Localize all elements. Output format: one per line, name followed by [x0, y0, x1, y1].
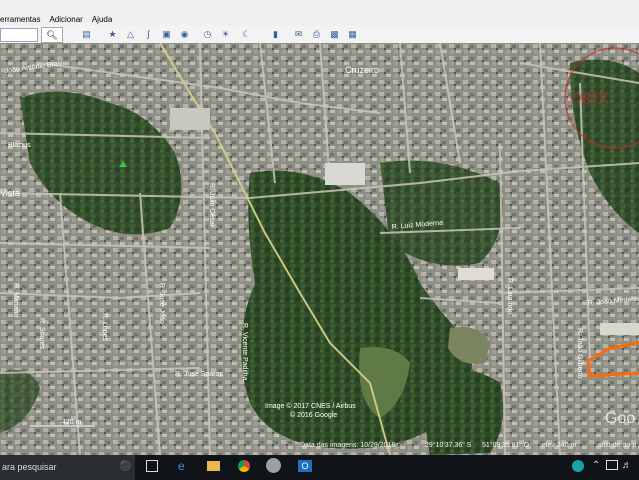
eye-altitude-readout: altitude do p	[598, 442, 637, 449]
imagery-date: Data das imagens: 10/29/2016	[300, 442, 396, 449]
menu-tools[interactable]: erramentas	[0, 15, 40, 24]
copyright-imagery: Image © 2017 CNES / Airbus	[265, 402, 356, 410]
svg-text:ORIX: ORIX	[570, 90, 610, 107]
label-vicente-padilha: R. Vicente Padilha	[241, 323, 248, 381]
menu-help[interactable]: Ajuda	[92, 15, 112, 24]
longitude-readout: 51°08'35.81" O	[482, 442, 530, 449]
label-soares: R. Soares	[38, 318, 45, 350]
copyright-google: © 2016 Google	[290, 411, 337, 419]
save-image-icon[interactable]: ▩	[328, 28, 341, 40]
label-joao-gilberto: R. João Gilberto	[576, 328, 583, 379]
placemark-icon[interactable]: ★	[106, 28, 119, 40]
task-view-icon[interactable]	[146, 460, 158, 472]
label-jose-joao: R. José João	[158, 283, 165, 324]
label-lopes: R. Lopes	[101, 313, 108, 342]
google-earth-icon[interactable]	[266, 458, 281, 473]
search-button[interactable]: 🔍︎	[41, 27, 63, 43]
label-laurindo: R. Laurindo	[506, 278, 513, 314]
elevation-readout: elev 240 m	[542, 442, 577, 449]
print-icon[interactable]: ⎙	[310, 28, 323, 40]
windows-taskbar: ara pesquisar ⚫ e O ⌃ ♬	[0, 455, 639, 480]
menu-add[interactable]: Adicionar	[49, 15, 82, 24]
label-mariano: R. Mariano	[12, 283, 19, 317]
outlook-icon[interactable]: O	[298, 460, 312, 472]
file-explorer-icon[interactable]	[207, 461, 220, 471]
menu-bar: erramentas Adicionar Ajuda	[0, 12, 639, 26]
satellite-map[interactable]: ORIX Cruzeiro Vista Blazius João Antônio…	[0, 43, 639, 455]
satellite-imagery: ORIX Cruzeiro Vista Blazius João Antônio…	[0, 43, 639, 455]
label-cruzeiro: Cruzeiro	[345, 65, 379, 75]
network-icon[interactable]	[606, 460, 618, 470]
microphone-icon[interactable]: ⚫	[119, 461, 131, 472]
search-input[interactable]	[0, 28, 38, 42]
polygon-icon[interactable]: △	[124, 28, 137, 40]
toolbar: 🔍︎ ▤ ★ △ ∫ ▣ ◉ ◷ ☀ ☾ ▮ ✉ ⎙ ▩ ▦	[0, 26, 639, 44]
latitude-readout: 29°10'37.36" S	[425, 442, 472, 449]
label-blazius: Blazius	[8, 142, 31, 149]
window-top-strip	[0, 0, 639, 12]
label-vista: Vista	[0, 188, 20, 198]
sun-icon[interactable]: ☀	[219, 28, 232, 40]
search-icon: 🔍︎	[46, 30, 58, 40]
historical-imagery-icon[interactable]: ◷	[201, 28, 214, 40]
maps-icon[interactable]: ▦	[346, 28, 359, 40]
edge-icon[interactable]: e	[178, 459, 185, 473]
label-julio-cesar: R. Júlio César	[208, 183, 215, 228]
label-jose-soares: R. José Soares	[175, 371, 223, 378]
sidebar-toggle-icon[interactable]: ▤	[80, 28, 93, 40]
google-logo: Goo	[605, 410, 635, 427]
email-icon[interactable]: ✉	[292, 28, 305, 40]
taskbar-search[interactable]: ara pesquisar	[0, 455, 135, 480]
volume-icon[interactable]: ♬	[622, 460, 632, 471]
ruler-icon[interactable]: ▮	[269, 28, 282, 40]
scale-label: 420 m	[62, 419, 82, 426]
overlay-icon[interactable]: ▣	[160, 28, 173, 40]
tray-app-icon[interactable]	[572, 460, 584, 472]
chevron-up-icon[interactable]: ⌃	[592, 460, 600, 471]
chrome-icon[interactable]	[238, 460, 250, 472]
planets-icon[interactable]: ☾	[240, 28, 253, 40]
tour-icon[interactable]: ◉	[178, 28, 191, 40]
path-icon[interactable]: ∫	[142, 28, 155, 40]
